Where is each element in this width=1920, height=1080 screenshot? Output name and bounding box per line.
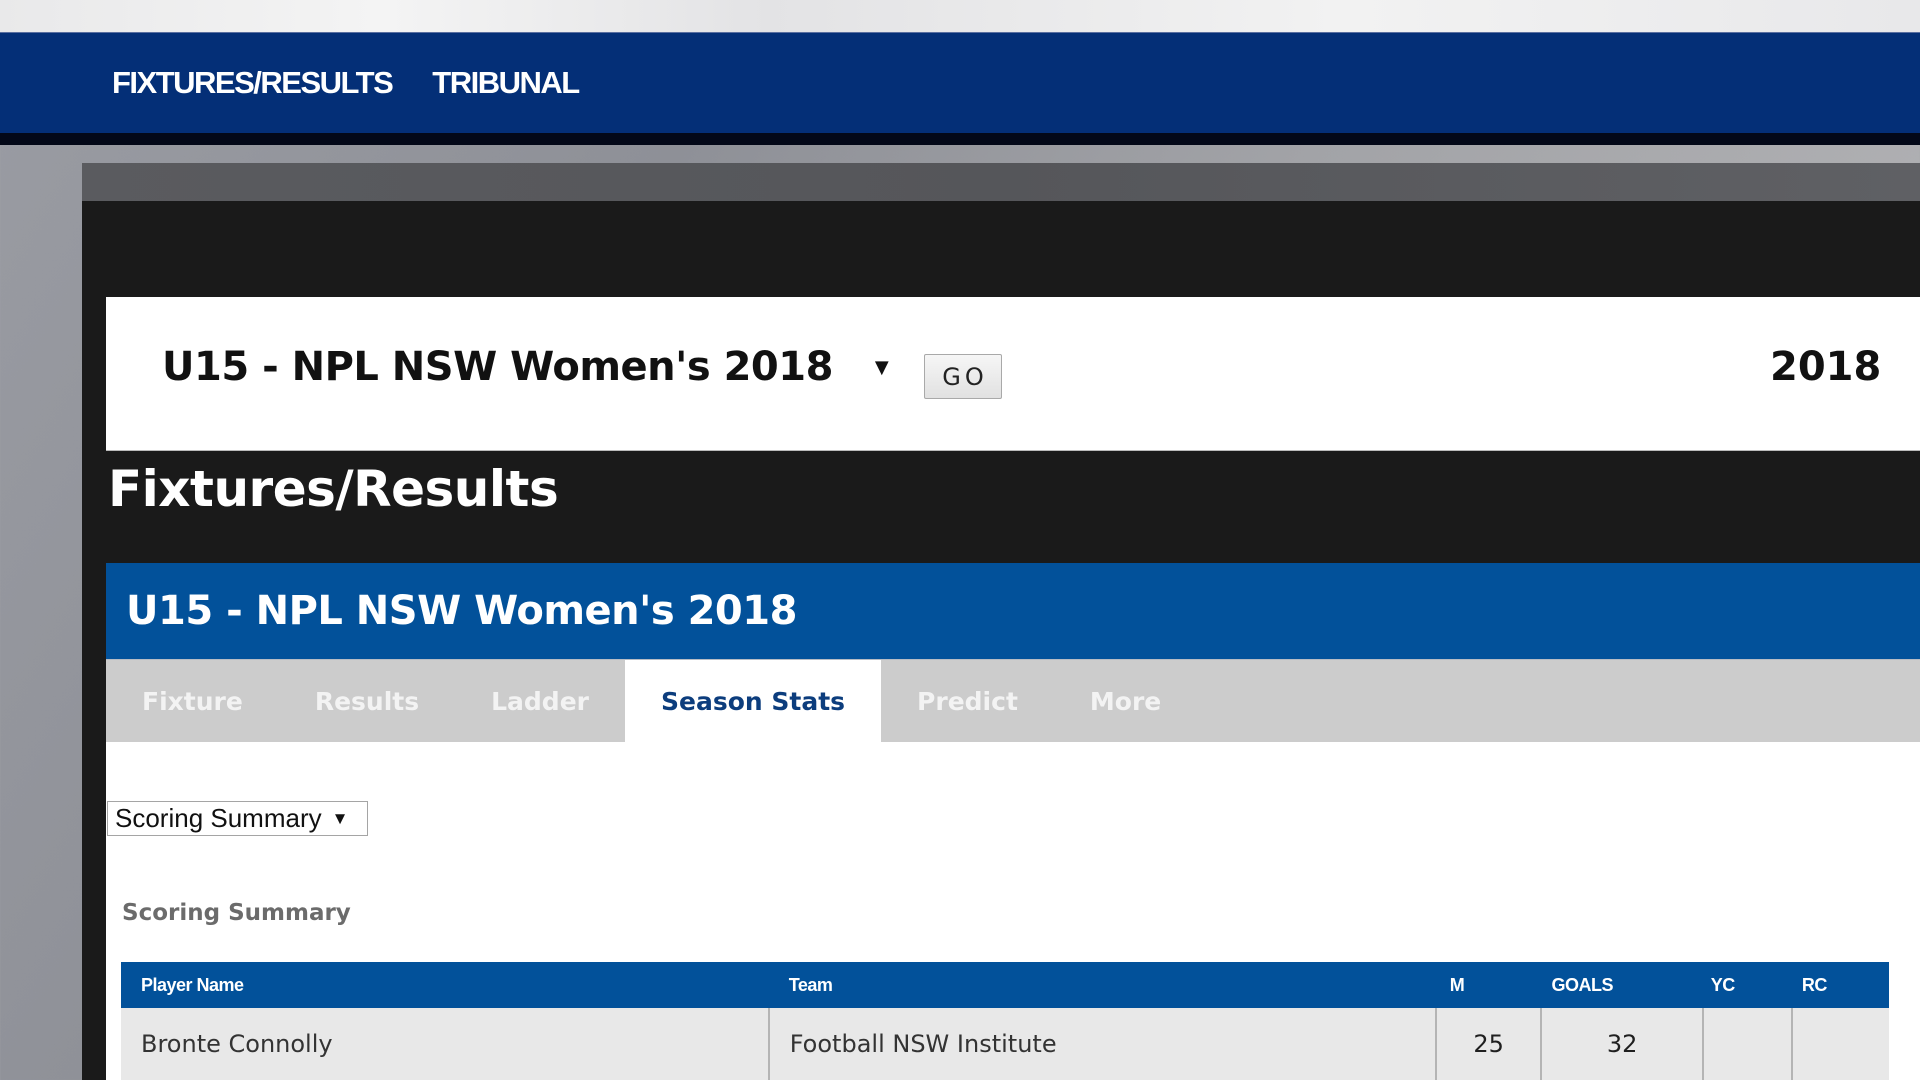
main-nav: FIXTURES/RESULTS TRIBUNAL: [112, 33, 580, 133]
column-header-m[interactable]: M: [1435, 962, 1542, 1008]
cell-team[interactable]: Football NSW Institute: [767, 1008, 1436, 1080]
cell-goals: 32: [1540, 1008, 1703, 1080]
go-button[interactable]: GO: [924, 354, 1002, 399]
competition-title: U15 - NPL NSW Women's 2018: [126, 588, 797, 634]
browser-top-strip: [0, 0, 1920, 32]
nav-link-fixtures-results[interactable]: FIXTURES/RESULTS: [112, 65, 394, 101]
nav-link-tribunal[interactable]: TRIBUNAL: [432, 65, 580, 101]
tab-more[interactable]: More: [1054, 660, 1197, 742]
table-row: Bronte Connolly Football NSW Institute 2…: [121, 1008, 1889, 1080]
panel-top-band: [82, 163, 1920, 201]
table-header-row: Player Name Team M GOALS YC RC: [121, 962, 1889, 1008]
competition-selector-box: U15 - NPL NSW Women's 2018 ▼ GO 2018 ▼: [106, 297, 1920, 451]
tab-ladder[interactable]: Ladder: [455, 660, 625, 742]
main-nav-bar: FIXTURES/RESULTS TRIBUNAL: [0, 32, 1920, 133]
competition-select-value: U15 - NPL NSW Women's 2018: [162, 344, 833, 390]
stats-type-select[interactable]: Scoring Summary ▼: [107, 801, 368, 836]
page-title: Fixtures/Results: [108, 460, 559, 518]
season-stats-content: Scoring Summary ▼ Scoring Summary Player…: [106, 742, 1920, 1080]
chevron-down-icon: ▼: [874, 356, 889, 378]
column-header-yc[interactable]: YC: [1702, 962, 1792, 1008]
tab-predict[interactable]: Predict: [881, 660, 1054, 742]
year-select-value: 2018: [1770, 344, 1882, 390]
competition-header: U15 - NPL NSW Women's 2018: [106, 563, 1920, 659]
column-header-team[interactable]: Team: [768, 962, 1436, 1008]
nav-bar-bottom-border: [0, 133, 1920, 145]
tab-season-stats[interactable]: Season Stats: [625, 660, 882, 742]
section-label: Scoring Summary: [122, 900, 351, 926]
cell-red-cards: [1790, 1008, 1889, 1080]
cell-yellow-cards: [1701, 1008, 1792, 1080]
competition-select[interactable]: U15 - NPL NSW Women's 2018 ▼: [162, 337, 889, 397]
scoring-summary-table: Player Name Team M GOALS YC RC Bronte Co…: [121, 962, 1889, 1080]
column-header-rc[interactable]: RC: [1791, 962, 1889, 1008]
cell-matches: 25: [1434, 1008, 1542, 1080]
chevron-down-icon: ▼: [331, 808, 349, 828]
tab-results[interactable]: Results: [279, 660, 455, 742]
column-header-player-name[interactable]: Player Name: [121, 962, 769, 1008]
stats-type-select-value: Scoring Summary: [115, 803, 322, 833]
tab-fixture[interactable]: Fixture: [106, 660, 279, 742]
cell-player-name[interactable]: Bronte Connolly: [121, 1008, 769, 1080]
column-header-goals[interactable]: GOALS: [1541, 962, 1703, 1008]
year-select[interactable]: 2018 ▼: [1660, 337, 1920, 397]
competition-tabs: Fixture Results Ladder Season Stats Pred…: [106, 659, 1920, 742]
